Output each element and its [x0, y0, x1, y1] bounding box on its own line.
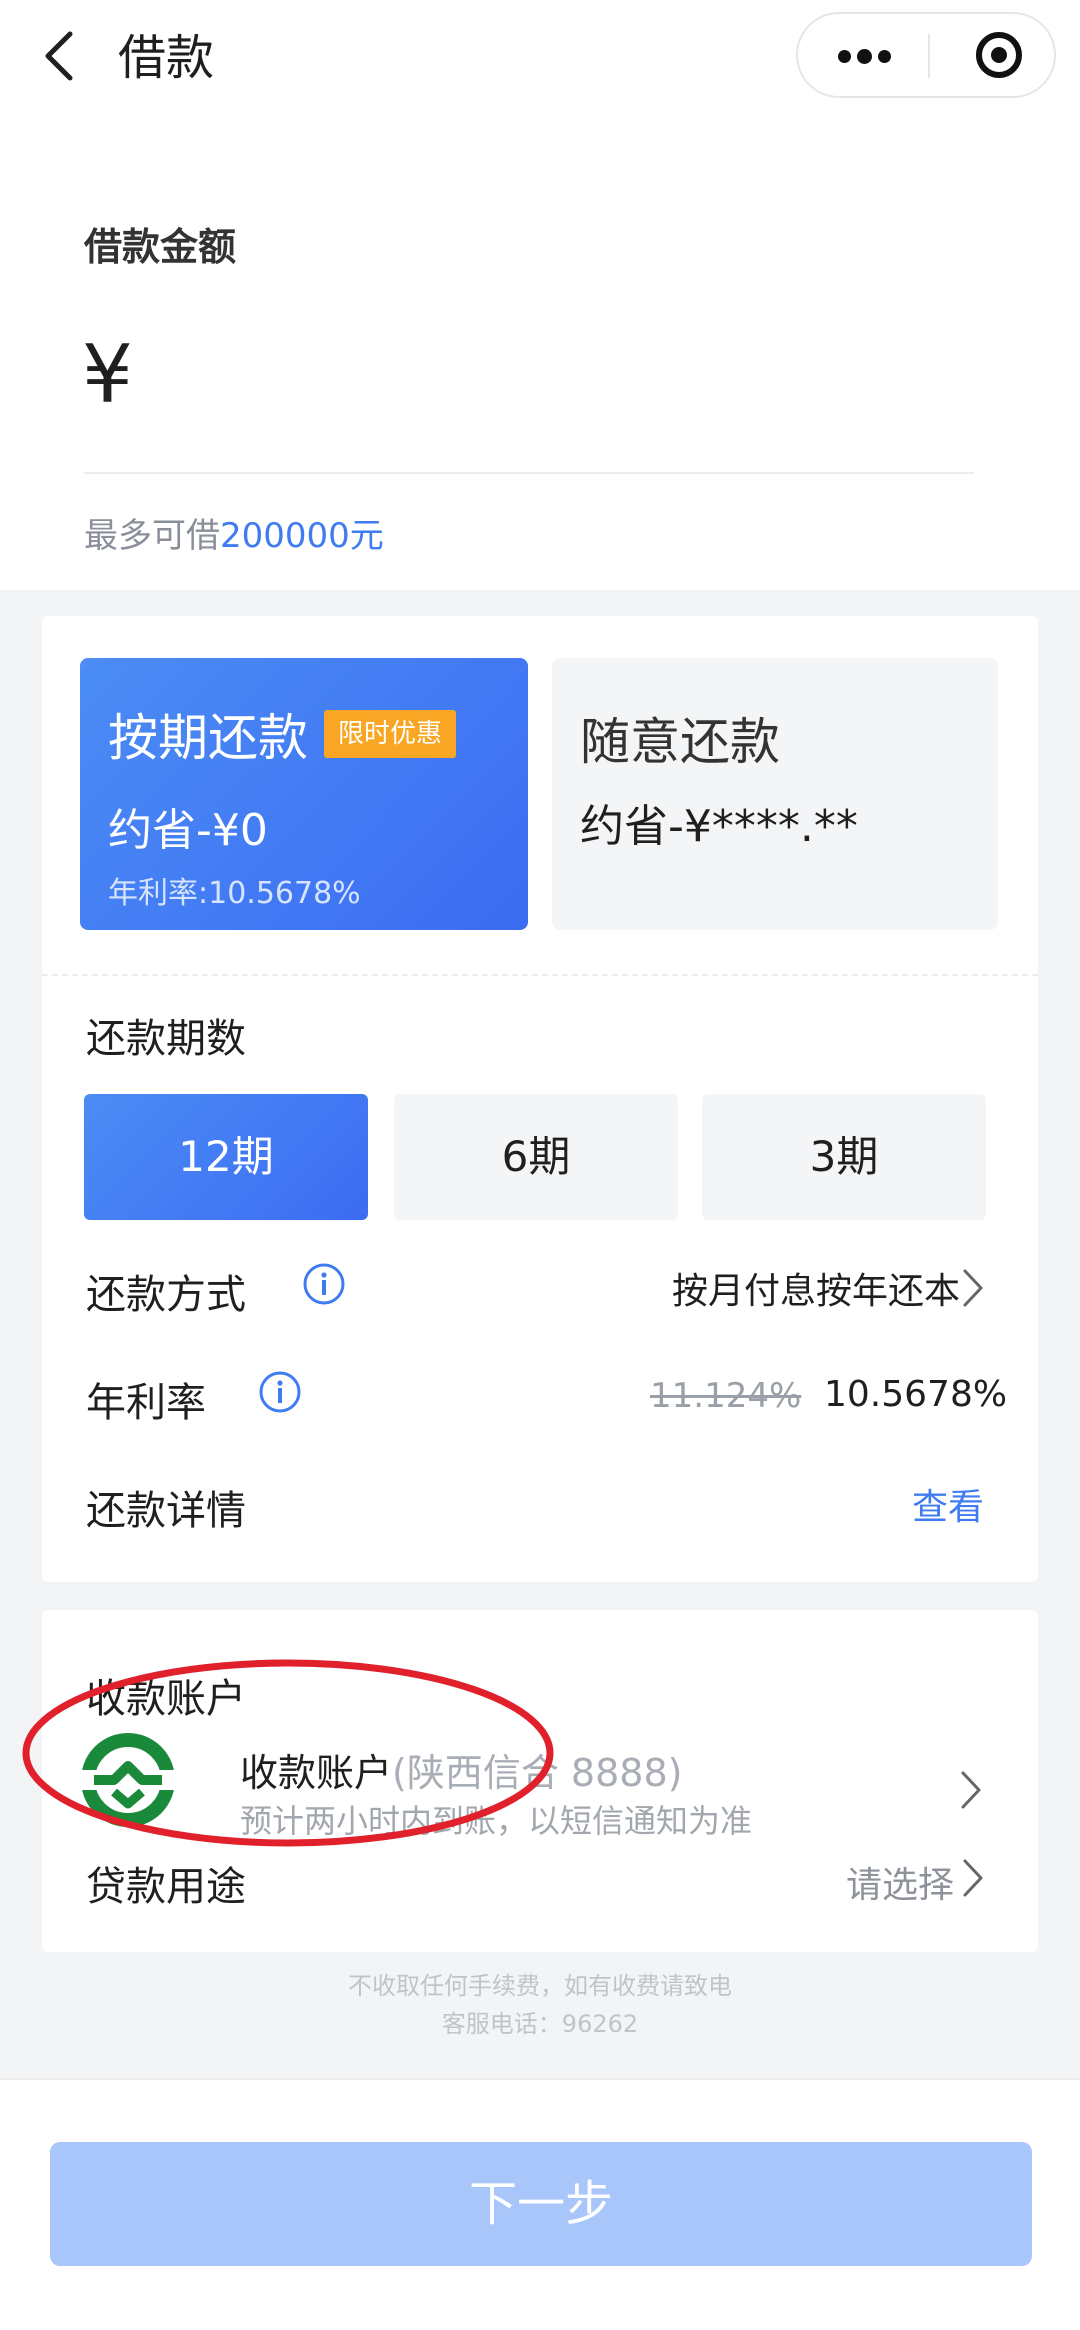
close-miniprogram-icon[interactable]: [944, 16, 1056, 96]
amount-divider: [84, 472, 974, 474]
current-rate: 10.5678%: [824, 1374, 1008, 1415]
period-option-6[interactable]: 6期: [394, 1094, 678, 1220]
chevron-right-icon[interactable]: [962, 1858, 984, 1898]
plan-flexible-title: 随意还款: [580, 713, 780, 771]
page-title: 借款: [118, 30, 215, 86]
chevron-right-icon[interactable]: [962, 1268, 984, 1308]
red-annotation-circle: [22, 1659, 554, 1847]
more-options-icon[interactable]: [800, 16, 928, 96]
promo-badge: 限时优惠: [324, 710, 456, 758]
max-amount-prefix: 最多可借: [84, 516, 220, 556]
repayment-details-label: 还款详情: [86, 1488, 246, 1534]
info-icon[interactable]: [258, 1370, 302, 1414]
dashed-divider: [42, 974, 1038, 976]
service-phone: 客服电话：96262: [441, 2010, 639, 2038]
plan-installment-title: 按期还款: [108, 709, 308, 767]
currency-symbol: ¥: [82, 328, 133, 421]
back-arrow-icon[interactable]: [40, 30, 80, 82]
annual-rate-label: 年利率: [86, 1380, 206, 1426]
period-option-3[interactable]: 3期: [702, 1094, 986, 1220]
loan-amount-input[interactable]: [150, 330, 970, 430]
plan-flexible-savings: 约省-¥****.**: [580, 801, 858, 852]
max-amount-text: 最多可借200000元: [84, 508, 384, 557]
info-icon[interactable]: [302, 1262, 346, 1306]
mini-program-capsule: [796, 12, 1056, 98]
plan-installment-savings: 约省-¥0: [108, 805, 268, 856]
chevron-right-icon[interactable]: [960, 1770, 982, 1810]
plan-flexible-option[interactable]: 随意还款 约省-¥****.**: [552, 658, 998, 930]
fee-notice: 不收取任何手续费，如有收费请致电: [348, 1972, 732, 2000]
plan-installment-rate: 年利率:10.5678%: [108, 876, 361, 911]
period-option-12[interactable]: 12期: [84, 1094, 368, 1220]
loan-amount-label: 借款金额: [84, 225, 237, 269]
capsule-divider: [928, 34, 930, 78]
max-amount-value: 200000元: [220, 516, 384, 556]
loan-purpose-select[interactable]: 请选择: [846, 1856, 954, 1908]
repayment-method-label: 还款方式: [86, 1272, 246, 1318]
next-step-button[interactable]: 下一步: [50, 2142, 1032, 2266]
periods-label: 还款期数: [86, 1016, 246, 1062]
loan-purpose-label: 贷款用途: [86, 1864, 246, 1910]
original-rate: 11.124%: [650, 1376, 802, 1416]
plan-installment-option[interactable]: 按期还款 限时优惠 约省-¥0 年利率:10.5678%: [80, 658, 528, 930]
view-details-link[interactable]: 查看: [912, 1478, 984, 1530]
repayment-method-value[interactable]: 按月付息按年还本: [672, 1262, 960, 1314]
